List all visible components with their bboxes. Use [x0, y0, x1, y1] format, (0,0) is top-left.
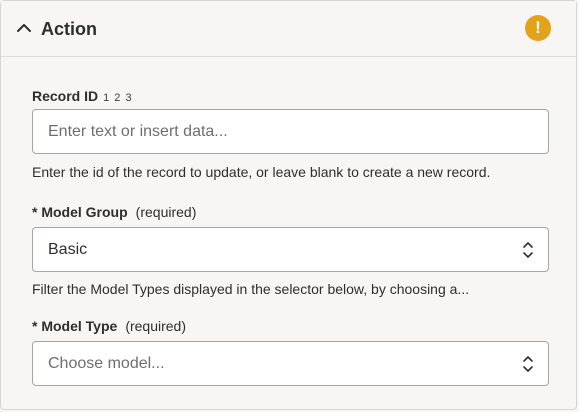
model-type-placeholder: Choose model... [48, 355, 165, 372]
required-indicator: (required) [125, 318, 187, 334]
record-id-label-text: Record ID [32, 88, 99, 104]
model-group-select[interactable]: Basic [32, 227, 549, 272]
model-type-select[interactable]: Choose model... [32, 341, 549, 386]
select-updown-icon [523, 242, 533, 258]
model-type-label-text: * Model Type [32, 318, 118, 334]
record-id-label: Record ID 1 2 3 [32, 87, 133, 107]
warning-icon: ! [525, 15, 551, 41]
record-id-help: Enter the id of the record to update, or… [32, 164, 491, 180]
chevron-up-icon[interactable] [16, 21, 32, 35]
model-group-label: * Model Group (required) [32, 203, 196, 221]
record-id-input[interactable] [33, 110, 548, 153]
record-id-field[interactable] [32, 109, 549, 154]
numeric-type-hint: 1 2 3 [103, 92, 133, 104]
select-updown-icon [523, 356, 533, 372]
model-type-label: * Model Type (required) [32, 317, 186, 335]
model-group-help: Filter the Model Types displayed in the … [32, 281, 470, 297]
action-section-header[interactable]: Action ! [1, 1, 576, 57]
action-panel: Action ! Record ID 1 2 3 Enter the id of … [0, 0, 577, 410]
model-group-label-text: * Model Group [32, 204, 128, 220]
required-indicator: (required) [135, 204, 197, 220]
section-title: Action [41, 19, 97, 39]
model-group-value: Basic [48, 241, 88, 258]
